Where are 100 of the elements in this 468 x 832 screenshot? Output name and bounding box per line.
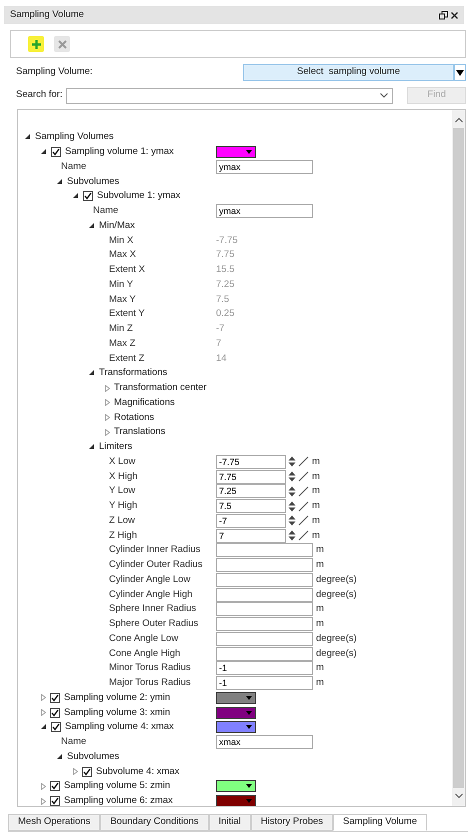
tree-item-label[interactable]: Subvolumes — [67, 750, 120, 764]
name-field[interactable]: ymax — [216, 160, 313, 174]
unit-label: m — [312, 470, 320, 484]
expanded-arrow-icon[interactable] — [57, 754, 63, 760]
spin-arrows-icon[interactable] — [288, 530, 296, 542]
property-label: Y Low — [109, 485, 136, 496]
expanded-arrow-icon[interactable] — [25, 134, 31, 140]
panel-title: Sampling Volume — [10, 8, 84, 22]
name-field[interactable]: ymax — [216, 204, 313, 218]
tree-item-label[interactable]: Sampling volume 1: ymax — [65, 145, 174, 160]
tree-item-label[interactable]: Subvolume 1: ymax — [97, 189, 180, 204]
tree-item-label[interactable]: Translations — [114, 425, 166, 440]
number-field[interactable]: -7.75 — [216, 454, 286, 469]
tree-item-label[interactable]: Sampling volume 6: zmax — [64, 794, 173, 806]
number-field[interactable] — [216, 588, 313, 602]
collapsed-arrow-icon[interactable] — [41, 694, 46, 702]
spin-arrows-icon[interactable] — [288, 486, 296, 497]
number-field[interactable]: -1 — [216, 676, 313, 690]
number-field[interactable]: 7 — [216, 528, 286, 543]
color-picker[interactable] — [216, 780, 256, 792]
tree-item-label[interactable]: Sampling Volumes — [35, 130, 114, 144]
spin-arrows-icon[interactable] — [288, 515, 296, 526]
tree-item-label[interactable]: Rotations — [114, 410, 154, 425]
expanded-arrow-icon[interactable] — [89, 370, 95, 376]
add-button[interactable] — [28, 36, 44, 52]
close-icon[interactable] — [451, 12, 458, 18]
tab[interactable]: History Probes — [250, 814, 334, 831]
scrollbar[interactable] — [452, 110, 465, 806]
tree-item-label[interactable]: Sampling volume 5: zmin — [64, 779, 170, 794]
collapsed-arrow-icon[interactable] — [105, 414, 110, 422]
color-picker[interactable] — [216, 692, 256, 704]
spin-arrows-icon[interactable] — [288, 471, 296, 482]
property-label: Min X — [109, 234, 134, 246]
collapsed-arrow-icon[interactable] — [41, 709, 46, 716]
number-field[interactable]: 7.5 — [216, 499, 286, 514]
checkbox[interactable] — [50, 708, 60, 718]
number-field[interactable] — [216, 543, 313, 558]
collapsed-arrow-icon[interactable] — [73, 768, 78, 776]
expanded-arrow-icon[interactable] — [57, 178, 63, 185]
number-field[interactable]: -1 — [216, 661, 313, 676]
checkbox[interactable] — [51, 722, 61, 732]
tree-item-label[interactable]: Transformations — [99, 366, 168, 380]
checkbox[interactable] — [50, 796, 60, 806]
tree-item-label[interactable]: Sampling volume 4: xmax — [65, 720, 174, 734]
collapsed-arrow-icon[interactable] — [41, 782, 46, 790]
expanded-arrow-icon[interactable] — [41, 149, 47, 156]
number-field[interactable] — [216, 632, 313, 646]
property-value: 7.25 — [216, 278, 234, 292]
tab[interactable]: Mesh Operations — [8, 814, 100, 831]
select-volume-button[interactable]: Select sampling volume — [243, 64, 454, 81]
collapsed-arrow-icon[interactable] — [105, 428, 110, 436]
slope-icon[interactable] — [298, 500, 309, 512]
color-picker[interactable] — [216, 706, 256, 719]
unit-label: m — [316, 543, 324, 558]
checkbox[interactable] — [51, 147, 61, 158]
tree-item-label[interactable]: Magnifications — [114, 396, 175, 410]
slope-icon[interactable] — [298, 456, 309, 468]
number-field[interactable]: 7.25 — [216, 484, 286, 498]
float-window-icon[interactable] — [439, 10, 448, 20]
number-field[interactable]: 7.75 — [216, 470, 286, 484]
search-field[interactable] — [66, 88, 394, 104]
spin-arrows-icon[interactable] — [288, 456, 296, 468]
number-field[interactable] — [216, 558, 313, 572]
scrollbar-thumb[interactable] — [453, 128, 464, 788]
slope-icon[interactable] — [298, 530, 309, 542]
checkbox[interactable] — [50, 781, 60, 792]
collapsed-arrow-icon[interactable] — [105, 399, 110, 406]
dropdown-button[interactable] — [454, 64, 466, 81]
tab[interactable]: Initial — [208, 814, 251, 831]
number-field[interactable] — [216, 646, 313, 661]
collapsed-arrow-icon[interactable] — [105, 384, 110, 392]
tree-item-label[interactable]: Min/Max — [99, 218, 135, 233]
tree-item-label[interactable]: Sampling volume 2: ymin — [64, 690, 170, 705]
name-field[interactable]: xmax — [216, 735, 313, 750]
tree-item-label[interactable]: Sampling volume 3: xmin — [64, 706, 170, 720]
checkbox[interactable] — [50, 692, 60, 703]
color-picker[interactable] — [216, 795, 256, 806]
checkbox[interactable] — [82, 766, 92, 777]
spin-arrows-icon[interactable] — [288, 500, 296, 512]
tree-item-label[interactable]: Transformation center — [114, 381, 207, 396]
slope-icon[interactable] — [298, 515, 309, 526]
expanded-arrow-icon[interactable] — [73, 193, 79, 200]
tree-item-label[interactable]: Limiters — [99, 440, 132, 454]
color-picker[interactable] — [216, 146, 256, 158]
slope-icon[interactable] — [298, 471, 309, 482]
slope-icon[interactable] — [298, 486, 309, 497]
expanded-arrow-icon[interactable] — [89, 222, 95, 229]
number-field[interactable]: -7 — [216, 514, 286, 528]
tree-item-label[interactable]: Subvolumes — [67, 174, 120, 189]
checkbox[interactable] — [83, 191, 93, 202]
tree-item-label[interactable]: Subvolume 4: xmax — [96, 764, 180, 779]
number-field[interactable] — [216, 572, 313, 587]
number-field[interactable] — [216, 617, 313, 632]
tab[interactable]: Sampling Volume — [333, 814, 427, 831]
number-field[interactable] — [216, 602, 313, 616]
expanded-arrow-icon[interactable] — [41, 724, 47, 730]
expanded-arrow-icon[interactable] — [89, 444, 95, 450]
collapsed-arrow-icon[interactable] — [41, 798, 46, 805]
color-picker[interactable] — [216, 721, 256, 734]
tab[interactable]: Boundary Conditions — [100, 814, 209, 831]
